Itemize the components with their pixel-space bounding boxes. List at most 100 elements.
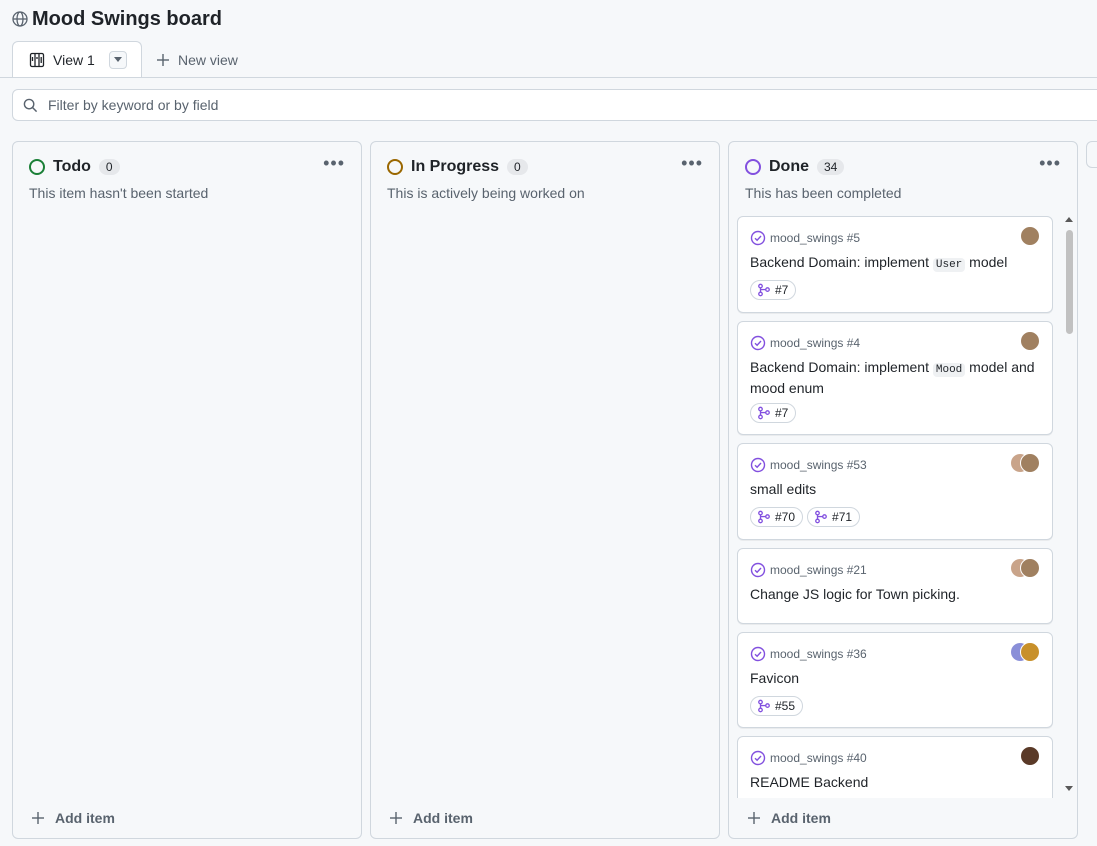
card-title[interactable]: Favicon bbox=[750, 669, 1040, 687]
card-repo: mood_swings #40 bbox=[770, 751, 867, 765]
linked-pr-chip[interactable]: #55 bbox=[750, 696, 804, 716]
status-circle-icon bbox=[29, 159, 45, 175]
linked-pr-chip[interactable]: #7 bbox=[750, 280, 797, 300]
linked-prs: #70 #71 bbox=[750, 507, 864, 527]
column-description: This item hasn't been started bbox=[29, 185, 209, 201]
column-todo: Todo 0 ••• This item hasn't been started… bbox=[12, 141, 362, 839]
card-title[interactable]: Change JS logic for Town picking. bbox=[750, 585, 1040, 603]
column-in-progress: In Progress 0 ••• This is actively being… bbox=[370, 141, 720, 839]
column-count: 0 bbox=[507, 159, 528, 175]
view-options-button[interactable] bbox=[108, 50, 127, 69]
column-header: In Progress 0 bbox=[387, 156, 528, 178]
tab-view-1[interactable]: View 1 bbox=[12, 41, 142, 77]
avatar[interactable] bbox=[1020, 642, 1040, 662]
card-list-scrollbar[interactable] bbox=[1064, 214, 1076, 796]
plus-icon bbox=[748, 812, 760, 824]
chip-label: #55 bbox=[775, 699, 796, 713]
card-meta: mood_swings #40 bbox=[750, 749, 867, 767]
card-repo: mood_swings #5 bbox=[770, 231, 861, 245]
card-list: mood_swings #5 Backend Domain: implement… bbox=[737, 216, 1055, 798]
assignees bbox=[1010, 558, 1040, 578]
column-count: 0 bbox=[98, 159, 120, 175]
linked-pr-chip[interactable]: #70 bbox=[750, 507, 804, 527]
assignees bbox=[1010, 453, 1040, 473]
filter-input[interactable] bbox=[46, 96, 650, 114]
git-pull-request-icon bbox=[758, 406, 770, 420]
add-item-label: Add item bbox=[771, 810, 831, 826]
linked-pr-chip[interactable]: #7 bbox=[750, 403, 797, 423]
project-header: Mood Swings board View 1 New view bbox=[0, 0, 1097, 78]
column-header: Todo 0 bbox=[29, 156, 120, 178]
add-item-label: Add item bbox=[413, 810, 473, 826]
git-pull-request-icon bbox=[758, 699, 770, 713]
column-done: Done 34 ••• This has been completed mood… bbox=[728, 141, 1078, 839]
plus-icon bbox=[157, 54, 169, 66]
column-menu-button[interactable]: ••• bbox=[323, 154, 345, 172]
avatar[interactable] bbox=[1020, 453, 1040, 473]
chip-label: #7 bbox=[775, 283, 789, 297]
card-title-text: Backend Domain: implement bbox=[750, 254, 933, 270]
column-title: In Progress bbox=[411, 158, 500, 175]
issue-card[interactable]: mood_swings #21 Change JS logic for Town… bbox=[737, 548, 1053, 624]
column-count: 34 bbox=[817, 159, 845, 175]
column-title: Todo bbox=[53, 158, 91, 175]
title-row: Mood Swings board bbox=[12, 6, 222, 32]
git-pull-request-icon bbox=[758, 510, 770, 524]
column-title: Done bbox=[769, 158, 809, 175]
add-item-button[interactable]: Add item bbox=[389, 808, 473, 828]
scroll-thumb[interactable] bbox=[1066, 230, 1073, 334]
avatar[interactable] bbox=[1020, 558, 1040, 578]
column-header: Done 34 bbox=[745, 156, 845, 178]
git-pull-request-icon bbox=[815, 510, 827, 524]
card-title[interactable]: README Backend bbox=[750, 773, 1040, 791]
issue-closed-icon bbox=[750, 750, 766, 766]
globe-icon bbox=[12, 11, 28, 27]
card-title[interactable]: Backend Domain: implement Mood model and… bbox=[750, 358, 1040, 397]
board-icon bbox=[29, 52, 45, 67]
avatar[interactable] bbox=[1020, 746, 1040, 766]
avatar[interactable] bbox=[1020, 331, 1040, 351]
column-description: This is actively being worked on bbox=[387, 185, 585, 201]
card-title[interactable]: Backend Domain: implement User model bbox=[750, 253, 1040, 274]
new-view-label: New view bbox=[178, 52, 238, 68]
card-repo: mood_swings #4 bbox=[770, 336, 861, 350]
avatar[interactable] bbox=[1020, 226, 1040, 246]
chip-label: #7 bbox=[775, 406, 789, 420]
scroll-up-arrow-icon[interactable] bbox=[1065, 217, 1073, 222]
code-span: User bbox=[932, 258, 966, 272]
card-title[interactable]: small edits bbox=[750, 480, 1040, 498]
new-view-button[interactable]: New view bbox=[156, 50, 238, 70]
add-item-button[interactable]: Add item bbox=[747, 808, 831, 828]
triangle-down-icon bbox=[113, 56, 122, 62]
add-item-label: Add item bbox=[55, 810, 115, 826]
filter-bar bbox=[12, 89, 1097, 121]
card-meta: mood_swings #5 bbox=[750, 229, 860, 247]
column-menu-button[interactable]: ••• bbox=[681, 154, 703, 172]
code-span: Mood bbox=[932, 363, 966, 377]
issue-card[interactable]: mood_swings #40 README Backend bbox=[737, 736, 1053, 798]
card-repo: mood_swings #36 bbox=[770, 647, 867, 661]
card-meta: mood_swings #36 bbox=[750, 645, 867, 663]
issue-card[interactable]: mood_swings #5 Backend Domain: implement… bbox=[737, 216, 1053, 313]
scroll-down-arrow-icon[interactable] bbox=[1065, 786, 1073, 791]
chip-label: #70 bbox=[775, 510, 796, 524]
plus-icon bbox=[390, 812, 402, 824]
add-item-button[interactable]: Add item bbox=[31, 808, 115, 828]
issue-card[interactable]: mood_swings #4 Backend Domain: implement… bbox=[737, 321, 1053, 435]
issue-closed-icon bbox=[750, 457, 766, 473]
search-icon bbox=[23, 98, 38, 112]
linked-prs: #7 bbox=[750, 403, 800, 423]
card-repo: mood_swings #53 bbox=[770, 458, 867, 472]
linked-pr-chip[interactable]: #71 bbox=[807, 507, 861, 527]
card-meta: mood_swings #4 bbox=[750, 334, 860, 352]
issue-card[interactable]: mood_swings #36 Favicon #55 bbox=[737, 632, 1053, 728]
issue-closed-icon bbox=[750, 230, 766, 246]
page-title: Mood Swings board bbox=[32, 7, 222, 30]
linked-prs: #55 bbox=[750, 696, 807, 716]
issue-card[interactable]: mood_swings #53 small edits #70 #71 bbox=[737, 443, 1053, 540]
card-meta: mood_swings #21 bbox=[750, 561, 867, 579]
next-column-edge bbox=[1086, 141, 1097, 168]
git-pull-request-icon bbox=[758, 283, 770, 297]
column-menu-button[interactable]: ••• bbox=[1039, 154, 1061, 172]
assignees bbox=[1020, 746, 1040, 766]
